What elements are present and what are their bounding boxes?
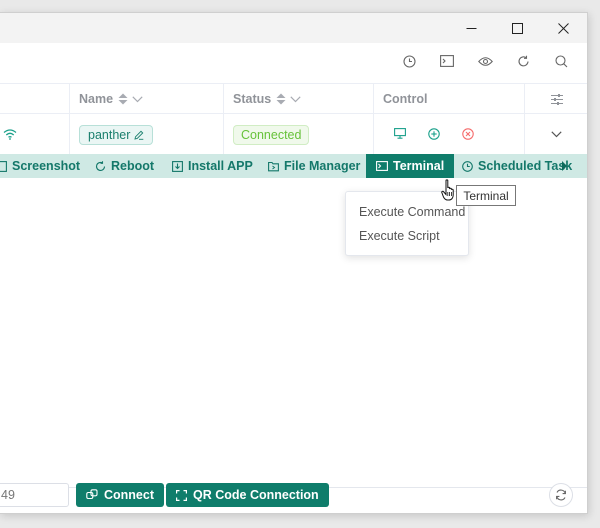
terminal-icon <box>376 161 388 171</box>
chevron-down-icon[interactable] <box>290 95 301 103</box>
screenshot-icon <box>0 160 7 172</box>
screenshot-label: Screenshot <box>12 159 81 173</box>
search-button[interactable] <box>553 53 569 69</box>
reboot-label: Reboot <box>111 159 155 173</box>
chevron-down-icon <box>551 131 562 138</box>
screenshot-button[interactable]: Screenshot <box>0 154 80 178</box>
maximize-icon <box>511 22 523 34</box>
terminal-label: Terminal <box>393 159 445 173</box>
clock-icon <box>462 160 473 172</box>
row-expand-cell[interactable] <box>525 114 587 155</box>
add-button[interactable] <box>428 128 440 140</box>
column-control: Control <box>374 84 525 114</box>
reboot-button[interactable]: Reboot <box>95 154 154 178</box>
sort-icon[interactable] <box>276 93 286 105</box>
minimize-icon <box>466 27 476 29</box>
terminal-icon <box>440 55 454 67</box>
connect-label: Connect <box>104 488 154 502</box>
scroll-right-icon[interactable] <box>562 161 567 171</box>
close-button[interactable] <box>540 13 586 43</box>
row-control-cell <box>374 114 525 155</box>
refresh-button[interactable] <box>549 483 573 507</box>
connection-input[interactable]: 49 <box>0 483 69 507</box>
eye-icon <box>477 56 493 66</box>
hand-cursor-icon <box>441 179 459 206</box>
view-button[interactable] <box>477 53 493 69</box>
qr-code-connection-button[interactable]: QR Code Connection <box>166 483 329 507</box>
action-bar: Screenshot Reboot Install APP File Manag… <box>0 154 587 178</box>
column-select <box>0 84 70 114</box>
scan-icon <box>176 489 187 501</box>
app-window: Name Status Control panther Connected Sc… <box>0 12 588 514</box>
scheduled-task-label: Scheduled Task <box>478 159 573 173</box>
terminal-tooltip: Terminal <box>456 185 516 206</box>
column-settings[interactable] <box>525 84 587 114</box>
install-icon <box>172 160 183 172</box>
qr-code-connection-label: QR Code Connection <box>193 488 319 502</box>
row-status-cell: Connected <box>224 114 374 155</box>
refresh-icon <box>517 55 529 66</box>
reload-button[interactable] <box>515 53 531 69</box>
column-name[interactable]: Name <box>70 84 224 114</box>
table-row[interactable]: panther Connected <box>0 114 587 155</box>
name-tag-label: panther <box>88 127 131 142</box>
monitor-icon <box>394 128 406 139</box>
install-app-label: Install APP <box>188 159 253 173</box>
file-manager-button[interactable]: File Manager <box>268 154 360 178</box>
column-status[interactable]: Status <box>224 84 374 114</box>
row-name-cell: panther <box>70 114 224 155</box>
search-icon <box>554 54 567 67</box>
execute-script-item[interactable]: Execute Script <box>359 226 440 246</box>
column-status-label: Status <box>233 92 272 106</box>
table-header: Name Status Control <box>0 83 587 114</box>
close-circle-icon <box>462 128 474 140</box>
minimize-button[interactable] <box>448 13 494 43</box>
status-badge: Connected <box>233 124 310 145</box>
console-button[interactable] <box>439 53 455 69</box>
title-bar <box>0 13 587 43</box>
name-tag[interactable]: panther <box>79 124 154 145</box>
reboot-icon <box>95 160 106 171</box>
sort-icon[interactable] <box>118 93 128 105</box>
link-icon <box>86 489 98 500</box>
refresh-icon <box>556 489 566 501</box>
top-toolbar <box>0 43 587 79</box>
disconnect-button[interactable] <box>462 128 474 140</box>
chevron-down-icon[interactable] <box>132 95 143 103</box>
install-app-button[interactable]: Install APP <box>172 154 253 178</box>
file-manager-label: File Manager <box>284 159 361 173</box>
plus-circle-icon <box>428 128 440 140</box>
history-button[interactable] <box>401 53 417 69</box>
screen-view-button[interactable] <box>394 128 406 139</box>
terminal-button[interactable]: Terminal <box>366 154 455 178</box>
connect-button[interactable]: Connect <box>76 483 164 507</box>
maximize-button[interactable] <box>494 13 540 43</box>
pencil-icon <box>134 130 144 140</box>
connection-input-value: 49 <box>1 488 15 502</box>
column-control-label: Control <box>383 92 428 106</box>
clock-icon <box>402 54 416 68</box>
folder-icon <box>268 161 279 171</box>
sliders-icon <box>550 93 563 105</box>
column-name-label: Name <box>79 92 114 106</box>
close-icon <box>557 22 569 34</box>
scheduled-task-button[interactable]: Scheduled Task <box>462 154 572 178</box>
wifi-icon <box>3 129 17 140</box>
row-connection-cell <box>0 114 70 155</box>
